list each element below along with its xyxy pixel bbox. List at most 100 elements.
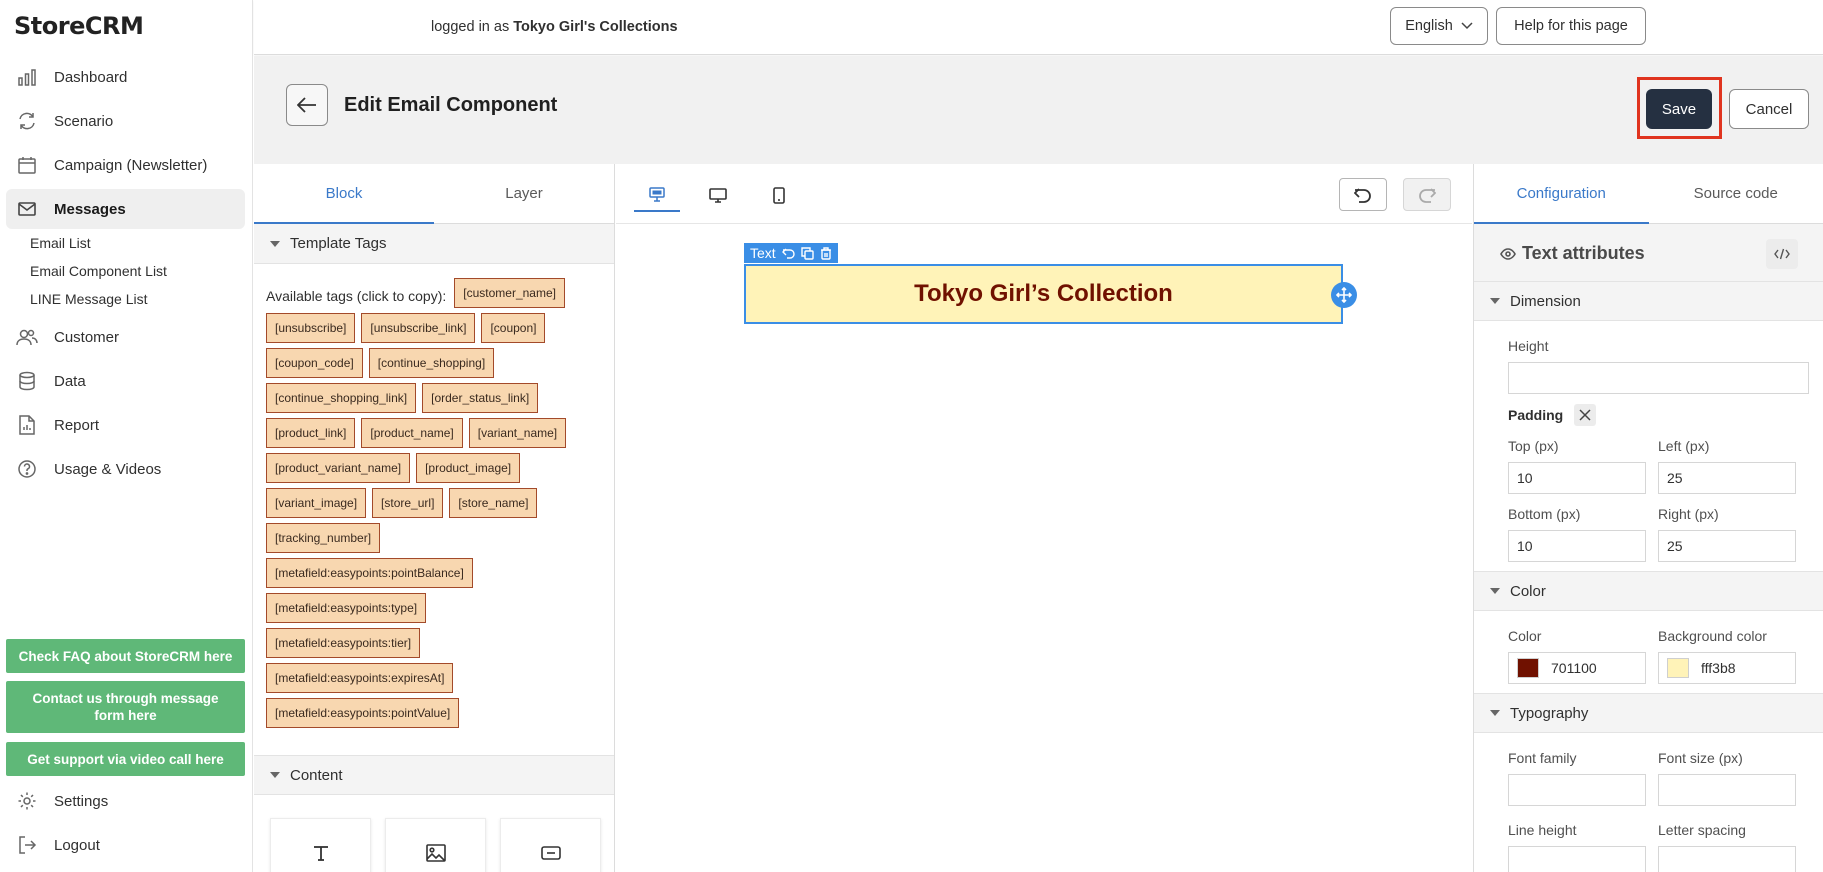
save-button[interactable]: Save (1646, 89, 1712, 129)
template-tag[interactable]: [unsubscribe_link] (361, 313, 476, 343)
template-tag[interactable]: [store_name] (449, 488, 538, 518)
sidebar-item-dashboard[interactable]: Dashboard (6, 57, 245, 97)
padding-bottom-input[interactable]: 10 (1508, 530, 1646, 562)
dimension-section[interactable]: Dimension (1474, 281, 1823, 321)
app-logo[interactable]: StoreCRM (14, 12, 144, 40)
font-size-label: Font size (px) (1658, 750, 1743, 766)
sidebar-item-data[interactable]: Data (6, 361, 245, 401)
top-bar: logged in as Tokyo Girl's Collections En… (254, 0, 1823, 55)
sidebar-item-scenario[interactable]: Scenario (6, 101, 245, 141)
video-call-button[interactable]: Get support via video call here (6, 742, 245, 776)
select-parent-icon[interactable] (781, 247, 795, 260)
template-tag[interactable]: [customer_name] (454, 278, 565, 308)
padding-right-input[interactable]: 25 (1658, 530, 1796, 562)
sidebar-item-label: Customer (54, 328, 120, 346)
template-tag[interactable]: [continue_shopping_link] (266, 383, 417, 413)
text-block-tile[interactable] (270, 818, 371, 872)
letter-spacing-input[interactable] (1658, 846, 1796, 872)
template-tag[interactable]: [metafield:easypoints:pointValue] (266, 698, 460, 728)
color-swatch[interactable] (1517, 658, 1539, 678)
code-view-button[interactable] (1766, 239, 1798, 269)
faq-button[interactable]: Check FAQ about StoreCRM here (6, 639, 245, 673)
sidebar-subitem-email-component-list[interactable]: Email Component List (30, 263, 167, 279)
cancel-button[interactable]: Cancel (1729, 89, 1809, 129)
template-tag[interactable]: [unsubscribe] (266, 313, 356, 343)
email-text-block[interactable]: Tokyo Girl’s Collection (744, 264, 1343, 324)
sidebar-item-logout[interactable]: Logout (6, 825, 245, 865)
typography-section[interactable]: Typography (1474, 693, 1823, 733)
sidebar-item-usage-videos[interactable]: Usage & Videos (6, 449, 245, 489)
template-tags-section[interactable]: Template Tags (254, 224, 614, 264)
contact-form-button[interactable]: Contact us through message form here (6, 681, 245, 733)
section-title: Template Tags (290, 235, 387, 252)
template-tag[interactable]: [product_name] (361, 418, 463, 448)
caret-down-icon (1490, 298, 1500, 304)
redo-button[interactable] (1403, 178, 1451, 211)
template-tag[interactable]: [product_variant_name] (266, 453, 411, 483)
template-tag[interactable]: [coupon] (481, 313, 546, 343)
language-select[interactable]: English (1390, 7, 1488, 45)
template-tag[interactable]: [tracking_number] (266, 523, 381, 553)
background-color-label: Background color (1658, 628, 1767, 644)
close-icon[interactable] (1574, 404, 1596, 426)
move-icon[interactable] (1331, 282, 1357, 308)
template-tag[interactable]: [coupon_code] (266, 348, 363, 378)
image-icon (425, 844, 446, 862)
undo-icon (1354, 187, 1372, 203)
sidebar-item-label: Settings (54, 792, 109, 810)
sidebar-item-messages[interactable]: Messages (6, 189, 245, 229)
template-tag[interactable]: [product_link] (266, 418, 356, 448)
template-tag[interactable]: [metafield:easypoints:tier] (266, 628, 421, 658)
sidebar-item-settings[interactable]: Settings (6, 781, 245, 821)
template-tag[interactable]: [metafield:easypoints:pointBalance] (266, 558, 473, 588)
height-input[interactable] (1508, 362, 1809, 394)
font-family-input[interactable] (1508, 774, 1646, 806)
image-block-tile[interactable] (385, 818, 486, 872)
template-tag[interactable]: [metafield:easypoints:type] (266, 593, 427, 623)
line-height-input[interactable] (1508, 846, 1646, 872)
desktop-icon (649, 186, 665, 202)
device-mobile-button[interactable] (756, 178, 802, 212)
back-button[interactable] (286, 84, 328, 126)
template-tag[interactable]: [store_url] (372, 488, 444, 518)
sidebar-subitem-email-list[interactable]: Email List (30, 235, 91, 251)
sidebar-subitem-line-message-list[interactable]: LINE Message List (30, 291, 148, 307)
sidebar-item-label: Report (54, 416, 100, 434)
calendar-icon (16, 154, 38, 176)
sidebar-item-label: Dashboard (54, 68, 128, 86)
background-color-input[interactable]: fff3b8 (1658, 652, 1796, 684)
padding-left-input[interactable]: 25 (1658, 462, 1796, 494)
button-block-tile[interactable] (500, 818, 601, 872)
tab-configuration[interactable]: Configuration (1474, 164, 1649, 224)
padding-left-label: Left (px) (1658, 438, 1710, 454)
template-tag[interactable]: [continue_shopping] (368, 348, 495, 378)
template-tag[interactable]: [variant_image] (266, 488, 367, 518)
template-tag[interactable]: [metafield:easypoints:expiresAt] (266, 663, 454, 693)
device-desktop-large-button[interactable] (634, 178, 680, 212)
sidebar-item-campaign[interactable]: Campaign (Newsletter) (6, 145, 245, 185)
template-tag[interactable]: [product_image] (416, 453, 521, 483)
duplicate-icon[interactable] (800, 246, 814, 260)
color-section[interactable]: Color (1474, 571, 1823, 611)
sidebar: StoreCRM Dashboard Scenario Campaign (Ne… (0, 0, 253, 872)
sidebar-item-customer[interactable]: Customer (6, 317, 245, 357)
editor-canvas: Text Tokyo Girl’s Collection (616, 164, 1472, 872)
letter-spacing-label: Letter spacing (1658, 822, 1746, 838)
help-button[interactable]: Help for this page (1496, 7, 1646, 45)
background-color-value: fff3b8 (1701, 660, 1736, 676)
sidebar-item-report[interactable]: Report (6, 405, 245, 445)
template-tag[interactable]: [order_status_link] (422, 383, 539, 413)
tab-layer[interactable]: Layer (434, 164, 614, 223)
trash-icon[interactable] (820, 246, 832, 260)
device-desktop-button[interactable] (695, 178, 741, 212)
tab-block[interactable]: Block (254, 164, 434, 224)
content-section[interactable]: Content (254, 755, 614, 795)
tab-source-code[interactable]: Source code (1649, 164, 1823, 223)
background-color-swatch[interactable] (1667, 658, 1689, 678)
padding-top-input[interactable]: 10 (1508, 462, 1646, 494)
font-size-input[interactable] (1658, 774, 1796, 806)
mobile-icon (773, 186, 785, 204)
color-input[interactable]: 701100 (1508, 652, 1646, 684)
undo-button[interactable] (1339, 178, 1387, 211)
template-tag[interactable]: [variant_name] (468, 418, 567, 448)
